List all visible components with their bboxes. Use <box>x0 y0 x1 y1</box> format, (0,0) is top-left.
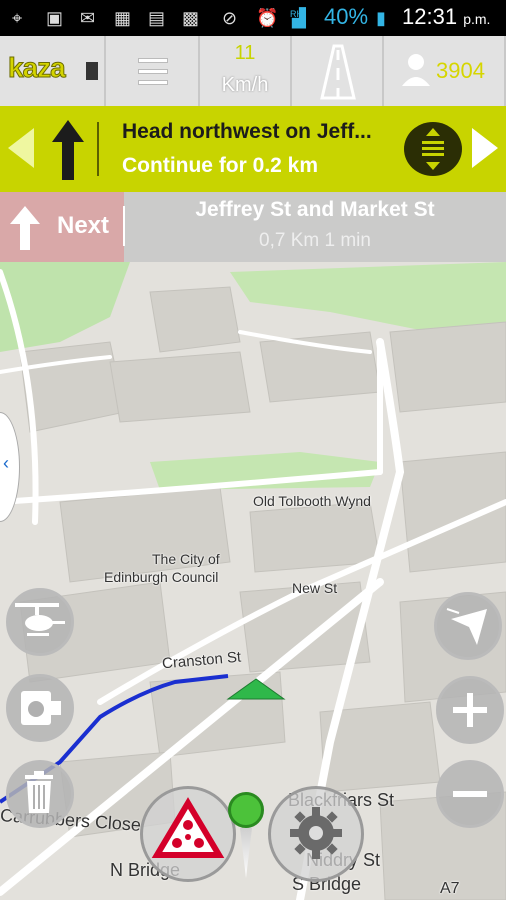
trash-icon <box>25 771 53 813</box>
recenter-button[interactable] <box>434 592 502 660</box>
hamburger-icon <box>138 58 168 91</box>
settings-button[interactable] <box>268 786 364 882</box>
next-distance: 0,7 Km 1 min <box>259 230 371 251</box>
next-turn-button[interactable]: Next <box>0 192 124 262</box>
clock: 12:31 p.m. <box>402 4 490 30</box>
next-label: Next <box>57 212 110 239</box>
signal-icon: ▟ <box>292 8 306 28</box>
instruction-list-button[interactable] <box>404 122 462 176</box>
map-label-new-st: New St <box>292 580 338 596</box>
minus-icon <box>453 791 487 797</box>
user-points: 3904 <box>436 58 485 83</box>
speed-value: 11 <box>234 42 256 64</box>
instruction-divider <box>97 122 99 176</box>
helicopter-icon <box>15 603 65 636</box>
location-pin <box>228 792 264 828</box>
map-label-city-council-2: Edinburgh Council <box>104 569 219 585</box>
bag-icon: ▩ <box>182 8 200 28</box>
chat-icon: ▤ <box>148 8 166 28</box>
speed-camera-button[interactable] <box>6 674 74 742</box>
mail-icon: ✉ <box>80 8 96 28</box>
app-toolbar: kaza 11 Km/h 3904 <box>0 36 506 106</box>
instruction-sub-text: Continue for 0.2 km <box>122 154 319 177</box>
speed-unit: Km/h <box>221 74 269 96</box>
instruction-bar: Head northwest on Jeff... Continue for 0… <box>0 106 506 192</box>
prev-instruction-icon[interactable] <box>8 128 34 168</box>
battery-icon: ▮ <box>376 8 386 28</box>
user-icon <box>402 54 430 86</box>
clock-time: 12:31 <box>402 4 458 29</box>
map-label-city-council: The City of <box>152 551 220 567</box>
gear-icon <box>290 807 342 859</box>
chevron-left-icon: ‹ <box>3 453 9 473</box>
next-turn-bar: Next Jeffrey St and Market St 0,7 Km 1 m… <box>0 192 506 262</box>
user-button[interactable]: 3904 <box>384 36 506 106</box>
mute-icon: ⊘ <box>222 8 238 28</box>
zoom-out-button[interactable] <box>436 760 504 828</box>
zoom-in-button[interactable] <box>436 676 504 744</box>
gps-icon: ⌖ <box>12 8 23 28</box>
logo-tag <box>86 62 98 80</box>
straight-arrow-icon <box>52 120 84 180</box>
map-label-old-tolbooth: Old Tolbooth Wynd <box>253 493 371 509</box>
alarm-icon: ⏰ <box>256 8 279 28</box>
battery-percent: 40% <box>324 4 369 29</box>
status-bar: ⌖ ▣ ✉ ▦ ▤ ▩ ⊘ ⏰ RH ▟ 40% ▮ 12:31 p.m. <box>0 0 506 36</box>
speed-display: 11 Km/h <box>200 36 292 106</box>
helicopter-view-button[interactable] <box>6 588 74 656</box>
instruction-main-text: Head northwest on Jeff... <box>122 120 372 143</box>
next-arrow-icon <box>10 206 40 250</box>
kaza-logo: kaza <box>8 52 98 84</box>
logo-cell[interactable]: kaza <box>0 36 106 106</box>
road-icon <box>320 44 356 100</box>
list-scroll-icon <box>422 128 444 170</box>
hazard-icon <box>151 797 225 858</box>
plus-icon <box>453 693 487 727</box>
next-instruction-icon[interactable] <box>472 128 498 168</box>
map-view[interactable]: Old Tolbooth Wynd The City of Edinburgh … <box>0 262 506 900</box>
logo-text: kaza <box>8 52 67 84</box>
menu-button[interactable] <box>106 36 200 106</box>
road-view-button[interactable] <box>292 36 384 106</box>
clear-route-button[interactable] <box>6 760 74 828</box>
map-label-a7: A7 <box>440 880 460 897</box>
clock-ampm: p.m. <box>463 11 491 27</box>
image-icon: ▣ <box>46 8 64 28</box>
camera-icon <box>21 691 61 725</box>
report-hazard-button[interactable] <box>140 786 236 882</box>
app-icon: ▦ <box>114 8 132 28</box>
navigation-arrow-icon <box>446 608 487 645</box>
next-street: Jeffrey St and Market St <box>195 198 435 221</box>
